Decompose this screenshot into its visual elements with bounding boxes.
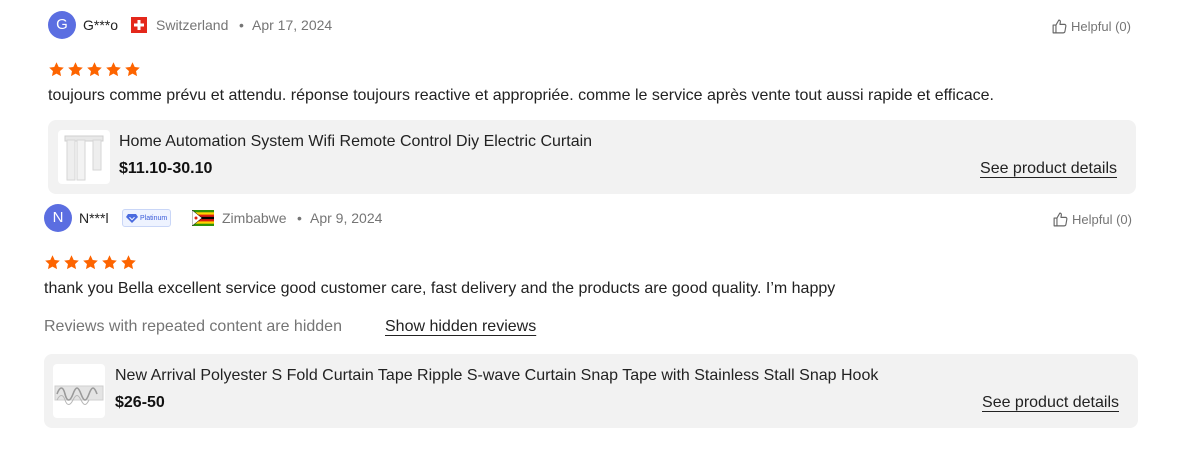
product-price: $26-50	[115, 394, 165, 411]
diamond-icon	[126, 214, 138, 223]
meta-separator: •	[239, 17, 244, 33]
star-icon	[121, 255, 136, 270]
helpful-button[interactable]: Helpful (0)	[1052, 211, 1132, 228]
star-icon	[45, 255, 60, 270]
star-rating	[48, 61, 141, 78]
review-item: N N***l Platinum Zimbabwe • Apr 9, 2024 …	[0, 195, 1200, 452]
review-item: G G***o Switzerland • Apr 17, 2024 Helpf…	[0, 0, 1200, 195]
product-thumbnail[interactable]	[53, 364, 105, 418]
product-price: $11.10-30.10	[119, 160, 213, 177]
thumbs-up-icon	[1053, 212, 1068, 227]
review-date: Apr 17, 2024	[252, 17, 333, 33]
review-date: Apr 9, 2024	[310, 210, 383, 226]
product-title[interactable]: Home Automation System Wifi Remote Contr…	[119, 133, 592, 151]
avatar: N	[44, 204, 72, 232]
star-icon	[49, 62, 64, 77]
helpful-label: Helpful (0)	[1072, 212, 1132, 227]
reviewer-country: Zimbabwe	[222, 210, 287, 226]
meta-separator: •	[297, 210, 302, 226]
product-card[interactable]: Home Automation System Wifi Remote Contr…	[48, 120, 1136, 194]
star-icon	[83, 255, 98, 270]
star-icon	[64, 255, 79, 270]
show-hidden-reviews-link[interactable]: Show hidden reviews	[385, 318, 536, 336]
see-product-details-link[interactable]: See product details	[980, 160, 1117, 178]
swiss-flag-icon	[131, 17, 147, 38]
star-icon	[87, 62, 102, 77]
star-icon	[125, 62, 140, 77]
avatar: G	[48, 11, 76, 39]
reviewer-name: N***l	[79, 210, 109, 226]
product-title[interactable]: New Arrival Polyester S Fold Curtain Tap…	[115, 367, 878, 385]
see-product-details-link[interactable]: See product details	[982, 394, 1119, 412]
star-icon	[68, 62, 83, 77]
product-thumbnail[interactable]	[58, 130, 110, 184]
reviewer-name: G***o	[83, 17, 119, 33]
hidden-reviews-note: Reviews with repeated content are hidden	[44, 318, 342, 335]
review-text: toujours comme prévu et attendu. réponse…	[48, 87, 994, 104]
product-card[interactable]: New Arrival Polyester S Fold Curtain Tap…	[44, 354, 1138, 428]
reviewer-country: Switzerland	[156, 17, 229, 33]
helpful-button[interactable]: Helpful (0)	[1051, 18, 1131, 35]
star-rating	[44, 254, 137, 271]
thumbs-up-icon	[1052, 19, 1067, 34]
helpful-label: Helpful (0)	[1071, 19, 1131, 34]
review-text: thank you Bella excellent service good c…	[44, 280, 836, 297]
star-icon	[106, 62, 121, 77]
platinum-badge: Platinum	[122, 209, 172, 227]
star-icon	[102, 255, 117, 270]
zimbabwe-flag-icon	[191, 209, 214, 231]
badge-label: Platinum	[140, 214, 168, 222]
